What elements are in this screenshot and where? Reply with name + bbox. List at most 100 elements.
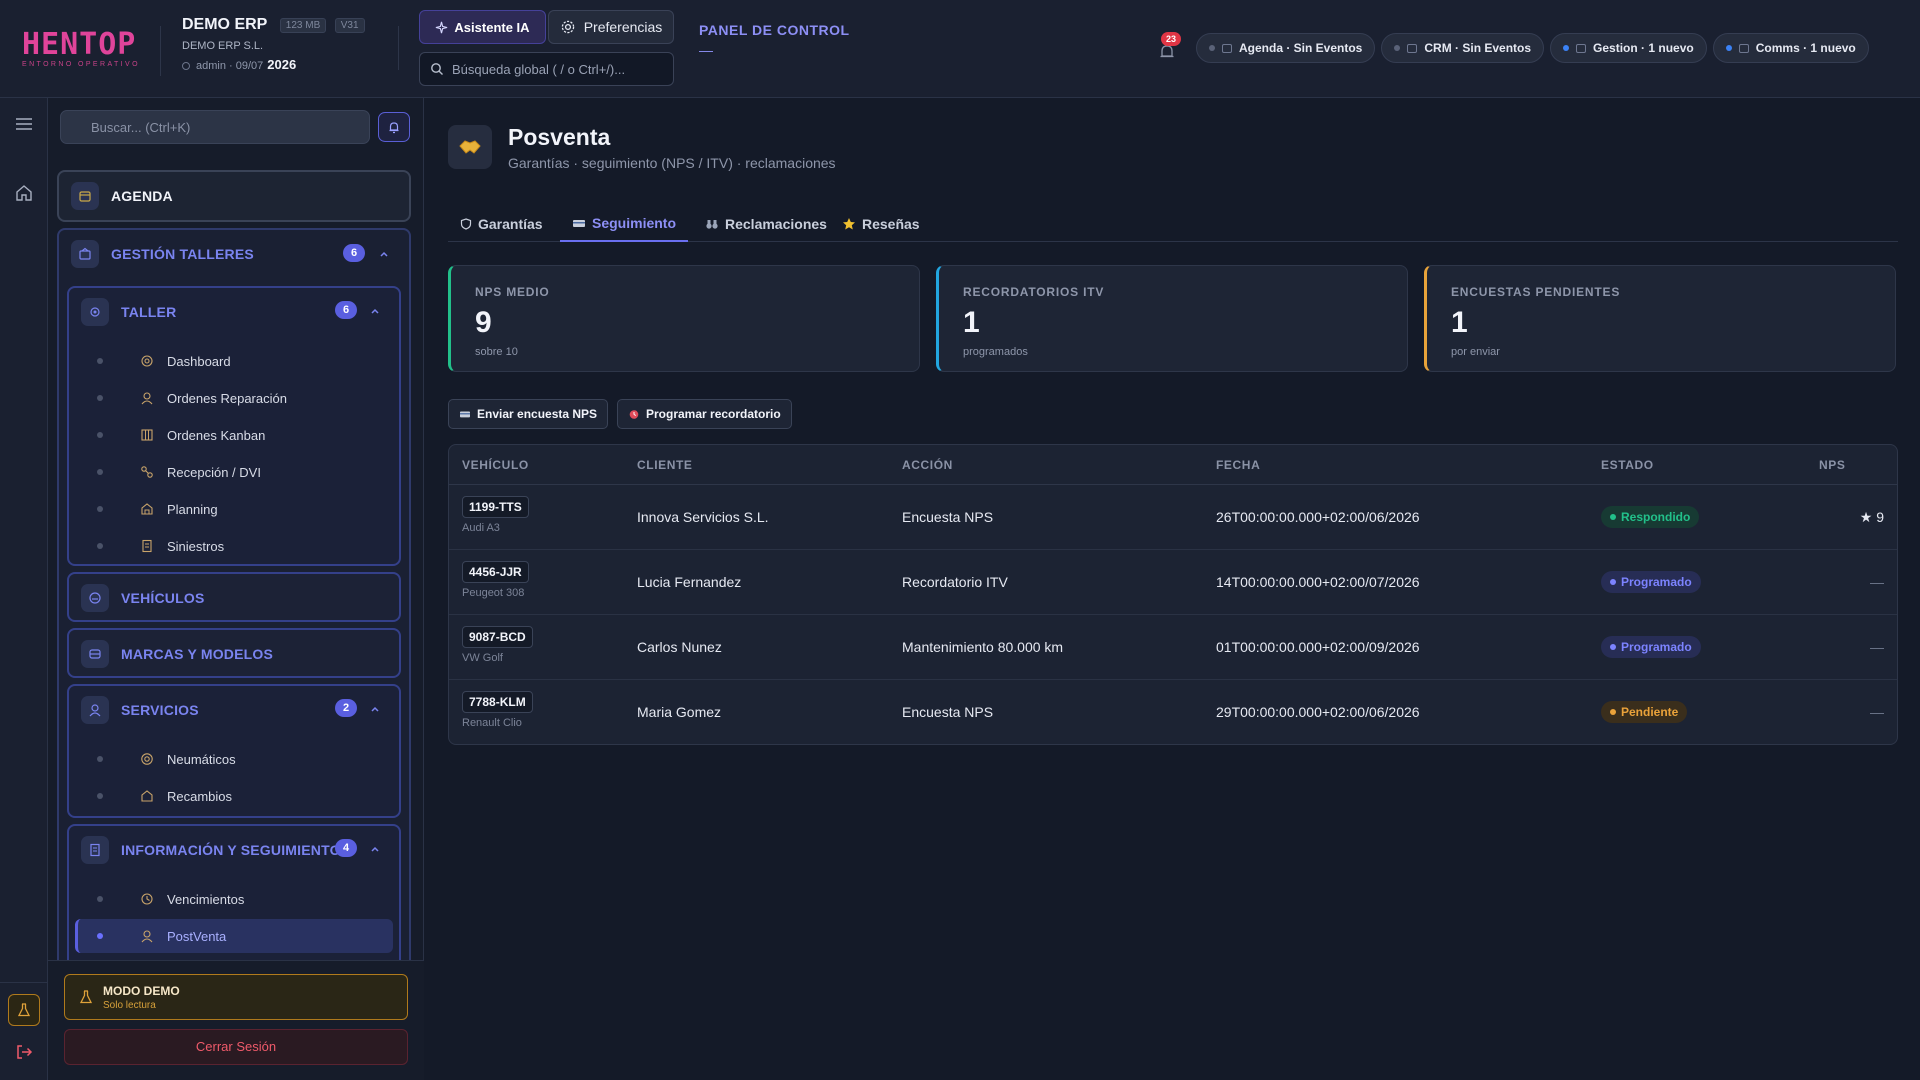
chevron-up-icon	[371, 846, 379, 852]
status-label: Respondido	[1621, 510, 1691, 524]
tab-reclamaciones[interactable]: Reclamaciones	[693, 206, 839, 242]
demo-mode-rail-button[interactable]	[8, 994, 40, 1026]
notifications-button[interactable]: 23	[1155, 32, 1181, 60]
status-pill[interactable]: Gestion · 1 nuevo	[1550, 33, 1707, 63]
sidebar-item-ordenes-kanban[interactable]: Ordenes Kanban	[75, 418, 393, 452]
status-pill-label: Comms · 1 nuevo	[1755, 41, 1856, 55]
logout-rail-button[interactable]	[12, 1040, 36, 1064]
status-dot	[1725, 45, 1732, 51]
kpi-card: ENCUESTAS PENDIENTES 1 por enviar	[1424, 265, 1896, 372]
sidebar-search-input[interactable]	[91, 119, 361, 135]
table-row[interactable]: 1199-TTS Audi A3 Innova Servicios S.L. Encu…	[449, 485, 1897, 550]
planning-icon	[139, 501, 155, 517]
panel-subtitle: —	[699, 42, 713, 58]
status-dot	[1610, 514, 1616, 520]
bullet	[97, 896, 103, 902]
sidebar-subgroup-servicios-header[interactable]: SERVICIOS 2	[69, 686, 399, 734]
services-icon	[81, 696, 109, 724]
sidebar-item-siniestros[interactable]: Siniestros	[75, 529, 393, 563]
global-search-input[interactable]	[452, 61, 662, 77]
sidebar-search[interactable]	[60, 110, 370, 144]
sidebar-group-label: SERVICIOS	[121, 702, 199, 718]
kpi-label: NPS MEDIO	[475, 285, 550, 299]
table-row[interactable]: 9087-BCD VW Golf Carlos Nunez Mantenimiento…	[449, 615, 1897, 680]
nps-cell: —	[1870, 639, 1884, 655]
sidebar-group-label: INFORMACIÓN Y SEGUIMIENTO	[121, 842, 341, 858]
tab-seguimiento[interactable]: Seguimiento	[560, 206, 689, 242]
date-cell: 29T00:00:00.000+02:00/06/2026	[1216, 704, 1420, 720]
car-icon	[81, 584, 109, 612]
search-icon	[431, 63, 443, 75]
bullet	[97, 793, 103, 799]
app-logo[interactable]: HENTOP ENTORNO OPERATIVO	[22, 30, 146, 69]
bell-icon	[389, 122, 399, 134]
user-info: admin · 09/07 2026	[182, 57, 365, 72]
bullet	[97, 756, 103, 762]
status-badge: Programado	[1601, 636, 1701, 658]
kpi-value: 9	[475, 306, 492, 339]
sidebar-item-neumaticos[interactable]: Neumáticos	[75, 742, 393, 776]
tab-resenas[interactable]: Reseñas	[830, 206, 932, 242]
sidebar-group-gestion-header[interactable]: GESTIÓN TALLERES 6	[59, 230, 409, 278]
repair-order-icon	[139, 390, 155, 406]
sidebar-subgroup-vehiculos[interactable]: VEHÍCULOS	[67, 572, 401, 622]
action-cell: Mantenimiento 80.000 km	[902, 639, 1064, 655]
status-badge: Respondido	[1601, 506, 1700, 528]
sidebar-item-postventa[interactable]: PostVenta	[75, 919, 393, 953]
send-nps-survey-button[interactable]: Enviar encuesta NPS	[448, 399, 609, 429]
schedule-reminder-button[interactable]: Programar recordatorio	[617, 399, 792, 429]
home-button[interactable]	[12, 181, 36, 205]
page-subtitle: Garantías · seguimiento (NPS / ITV) · re…	[508, 155, 836, 171]
table-row[interactable]: 7788-KLM Renault Clio Maria Gomez Encuesta …	[449, 680, 1897, 744]
logout-button[interactable]: Cerrar Sesión	[64, 1029, 408, 1065]
action-cell: Encuesta NPS	[902, 509, 994, 525]
status-pill[interactable]: Comms · 1 nuevo	[1712, 33, 1869, 63]
status-pill[interactable]: Agenda · Sin Eventos	[1196, 33, 1376, 63]
company-name: DEMO ERP	[182, 16, 268, 33]
chevron-up-icon	[371, 308, 379, 314]
count-badge: 2	[335, 699, 357, 717]
sidebar-item-recepcion-dvi[interactable]: Recepción / DVI	[75, 455, 393, 489]
sidebar-item-dashboard[interactable]: Dashboard	[75, 344, 393, 378]
preferences-button[interactable]: Preferencias	[548, 10, 674, 44]
client-cell: Maria Gomez	[637, 704, 722, 720]
sidebar-item-ordenes-reparacion[interactable]: Ordenes Reparación	[75, 381, 393, 415]
sidebar-subgroup-marcas-modelos[interactable]: MARCAS Y MODELOS	[67, 628, 401, 678]
status-label: Pendiente	[1621, 705, 1679, 719]
status-dot	[1209, 45, 1215, 51]
status-badge: Pendiente	[1601, 701, 1688, 723]
document-icon	[81, 836, 109, 864]
sidebar-subgroup-info-header[interactable]: INFORMACIÓN Y SEGUIMIENTO 4	[69, 826, 399, 874]
column-header: CLIENTE	[637, 458, 693, 472]
sidebar-item-label: AGENDA	[111, 188, 173, 204]
status-pill-label: Gestion · 1 nuevo	[1593, 41, 1694, 55]
reception-icon	[139, 464, 155, 480]
memory-badge: 123 MB	[279, 17, 327, 33]
ai-assistant-label: Asistente IA	[454, 19, 530, 35]
binoculars-icon	[706, 220, 718, 229]
sidebar-subgroup-taller-header[interactable]: TALLER 6	[69, 288, 399, 336]
module-icon	[1222, 43, 1232, 53]
status-pill-label: Agenda · Sin Eventos	[1239, 41, 1363, 55]
company-legal-name: DEMO ERP S.L.	[182, 40, 264, 53]
menu-toggle-button[interactable]	[12, 112, 36, 136]
ai-assistant-button[interactable]: Asistente IA	[419, 10, 546, 44]
kpi-subtitle: programados	[963, 346, 1028, 358]
nps-cell: ★ 9	[1859, 509, 1884, 525]
sidebar-item-recambios[interactable]: Recambios	[75, 779, 393, 813]
followup-table: VEHÍCULO CLIENTE ACCIÓN FECHA ESTADO NPS…	[448, 444, 1898, 745]
sidebar-item-vencimientos[interactable]: Vencimientos	[75, 882, 393, 916]
sidebar-item-planning[interactable]: Planning	[75, 492, 393, 526]
global-search[interactable]	[419, 52, 674, 86]
chevron-up-icon	[380, 251, 388, 257]
flask-icon	[17, 1003, 31, 1017]
handshake-icon	[448, 125, 492, 169]
status-pill[interactable]: CRM · Sin Eventos	[1381, 33, 1545, 63]
claim-icon	[139, 538, 155, 554]
sidebar-item-agenda[interactable]: AGENDA	[57, 170, 411, 222]
sidebar: AGENDA GESTIÓN TALLERES 6 TALLER 6 Dashb…	[48, 98, 424, 1080]
count-badge: 6	[335, 301, 357, 319]
table-row[interactable]: 4456-JJR Peugeot 308 Lucia Fernandez Record…	[449, 550, 1897, 615]
sidebar-notifications-button[interactable]	[378, 112, 410, 142]
tab-garantias[interactable]: Garantías	[448, 206, 555, 242]
